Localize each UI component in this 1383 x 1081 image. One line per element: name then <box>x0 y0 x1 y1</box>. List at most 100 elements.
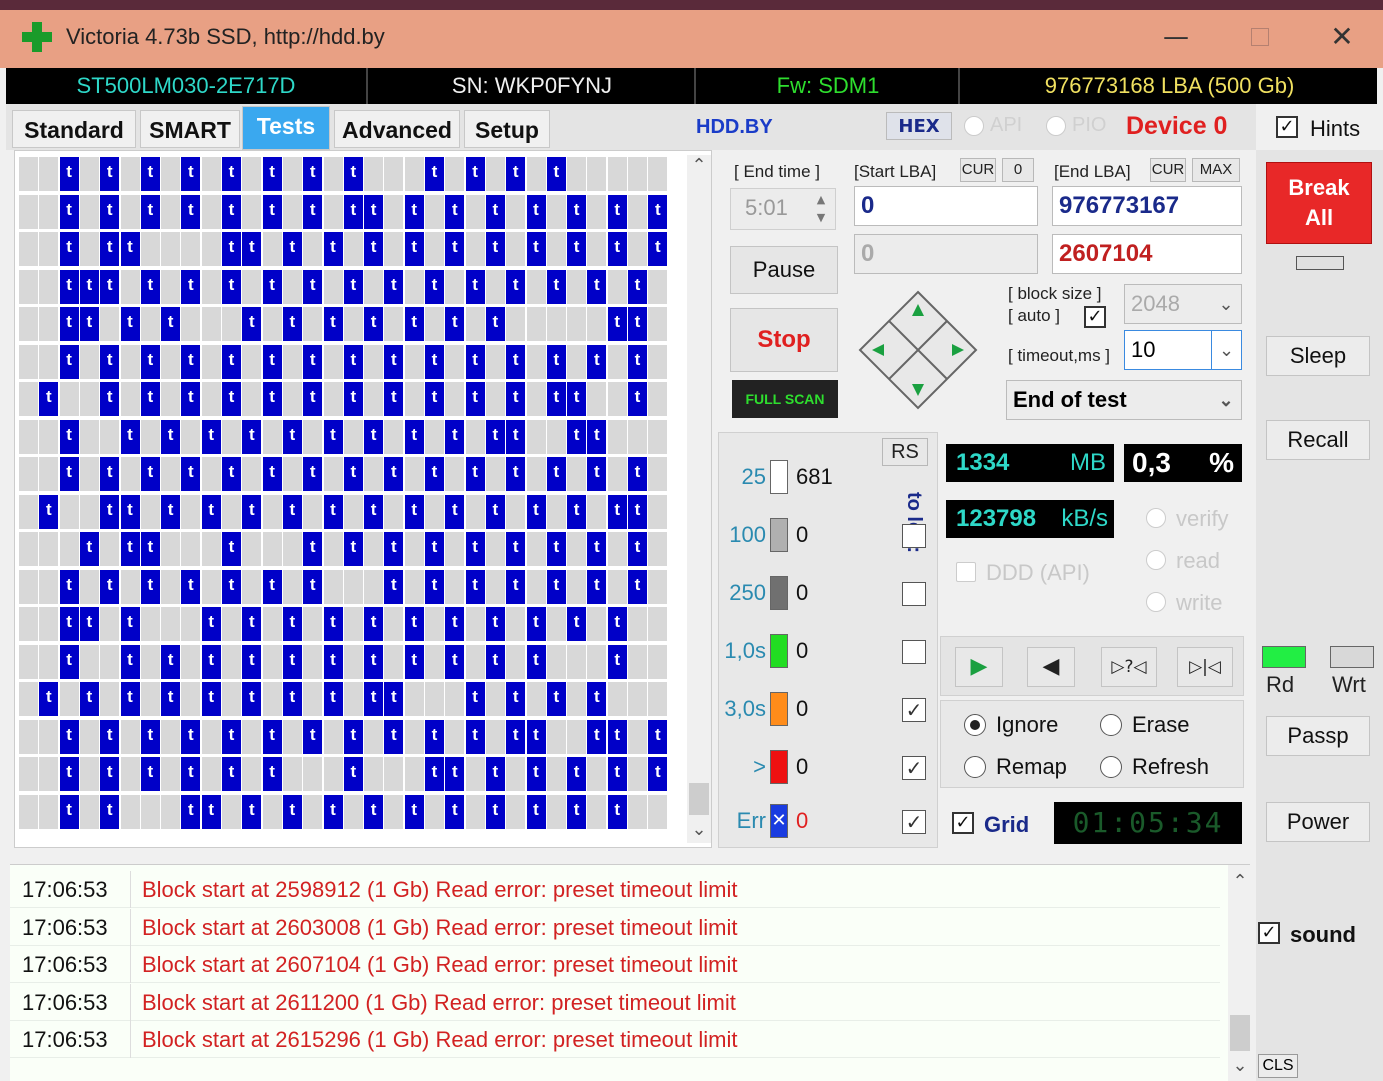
auto-checkbox[interactable]: ✓ <box>1084 306 1106 328</box>
tab-advanced[interactable]: Advanced <box>334 110 460 148</box>
start-lba-input[interactable]: 0 <box>854 186 1038 226</box>
chevron-down-icon[interactable]: ⌄ <box>1211 381 1241 419</box>
title-bar[interactable]: Victoria 4.73b SSD, http://hdd.by — ✕ <box>0 0 1383 68</box>
map-block <box>303 757 323 791</box>
map-block <box>445 269 465 304</box>
log-checkbox[interactable] <box>902 640 926 664</box>
log-time: 17:06:53 <box>22 952 108 977</box>
log-checkbox[interactable]: ✓ <box>902 698 926 722</box>
verify-radio[interactable] <box>1146 508 1166 528</box>
sound-checkbox[interactable]: ✓ <box>1258 922 1280 944</box>
speed-unit: kB/s <box>1061 505 1108 532</box>
tab-smart[interactable]: SMART <box>140 110 240 148</box>
map-block-timeout: t <box>120 232 140 266</box>
end-lba-input[interactable]: 976773167 <box>1052 186 1242 226</box>
log-checkbox[interactable]: ✓ <box>902 810 926 834</box>
sleep-button[interactable]: Sleep <box>1266 336 1370 376</box>
map-block-timeout: t <box>79 532 99 566</box>
spinner-arrows-icon[interactable]: ▲ ▼ <box>811 191 831 227</box>
map-block-timeout: t <box>546 157 566 191</box>
scroll-up-icon[interactable]: ⌃ <box>687 155 711 179</box>
tab-tests[interactable]: Tests <box>242 106 330 150</box>
scroll-thumb[interactable] <box>689 783 709 815</box>
minimize-button[interactable]: — <box>1156 20 1196 54</box>
map-block <box>79 194 99 229</box>
hints-checkbox[interactable]: ✓ <box>1276 116 1298 138</box>
log-time: 17:06:53 <box>22 1027 108 1052</box>
end-cur-button[interactable]: CUR <box>1150 158 1186 182</box>
map-block <box>607 269 627 304</box>
map-block <box>343 569 363 604</box>
map-block-timeout: t <box>526 757 546 791</box>
tab-standard[interactable]: Standard <box>12 110 136 148</box>
scroll-down-icon[interactable]: ⌄ <box>687 819 711 843</box>
power-button[interactable]: Power <box>1266 802 1370 842</box>
scroll-down-icon[interactable]: ⌄ <box>1228 1055 1252 1076</box>
map-block <box>526 569 546 604</box>
stop-button[interactable]: Stop <box>730 308 838 372</box>
chevron-down-icon[interactable]: ⌄ <box>1211 331 1241 369</box>
to-end-button[interactable]: ▷|◁ <box>1177 647 1233 687</box>
maximize-button[interactable] <box>1240 20 1280 54</box>
map-block <box>485 382 505 416</box>
hddby-link[interactable]: HDD.BY <box>696 116 773 139</box>
back-button[interactable]: ◀ <box>1027 647 1075 687</box>
write-radio[interactable] <box>1146 592 1166 612</box>
step-back-button[interactable]: ▷?◁ <box>1101 647 1157 687</box>
recall-button[interactable]: Recall <box>1266 420 1370 460</box>
close-button[interactable]: ✕ <box>1322 20 1362 54</box>
remap-radio[interactable] <box>964 756 986 778</box>
read-radio[interactable] <box>1146 550 1166 570</box>
start-cur-button[interactable]: CUR <box>960 158 996 182</box>
map-block <box>222 419 241 454</box>
device-label[interactable]: Device 0 <box>1126 112 1227 141</box>
map-block <box>465 757 485 791</box>
end-time-spinner[interactable]: 5:01 ▲ ▼ <box>730 188 836 230</box>
ddd-checkbox[interactable] <box>956 562 976 582</box>
map-block-timeout: t <box>587 457 607 491</box>
timeout-select[interactable]: 10 ⌄ <box>1124 330 1242 370</box>
map-scrollbar[interactable]: ⌃ ⌄ <box>687 155 711 843</box>
map-block <box>161 232 181 266</box>
map-block-timeout: t <box>59 757 79 791</box>
grid-checkbox[interactable]: ✓ <box>952 812 974 834</box>
navigation-dpad[interactable] <box>858 290 978 410</box>
hex-button[interactable]: HEX <box>886 112 952 140</box>
break-all-button[interactable]: Break All <box>1266 162 1372 244</box>
map-block <box>222 307 241 341</box>
cls-button[interactable]: CLS <box>1258 1054 1298 1078</box>
ignore-radio[interactable] <box>964 714 986 736</box>
map-block <box>79 457 99 491</box>
erase-radio[interactable] <box>1100 714 1122 736</box>
log-checkbox[interactable] <box>902 582 926 606</box>
map-block-timeout: t <box>161 682 181 716</box>
map-block-timeout: t <box>323 419 343 454</box>
scroll-up-icon[interactable]: ⌃ <box>1228 871 1252 892</box>
log-scroll-thumb[interactable] <box>1230 1015 1250 1051</box>
map-block <box>404 457 424 491</box>
pio-radio[interactable] <box>1046 116 1066 136</box>
start-zero-button[interactable]: 0 <box>1002 158 1034 182</box>
map-block <box>39 344 59 379</box>
log-checkbox[interactable]: ✓ <box>902 756 926 780</box>
rs-button[interactable]: RS <box>882 438 928 466</box>
map-block <box>485 569 505 604</box>
pause-button[interactable]: Pause <box>730 246 838 294</box>
map-block-timeout: t <box>161 419 181 454</box>
map-block <box>628 607 647 641</box>
api-radio[interactable] <box>964 116 984 136</box>
end-of-test-select[interactable]: End of test ⌄ <box>1006 380 1242 420</box>
tab-setup[interactable]: Setup <box>464 110 550 148</box>
log-checkbox[interactable] <box>902 524 926 548</box>
log-scrollbar[interactable]: ⌃ ⌄ <box>1228 865 1252 1081</box>
map-block <box>19 569 38 604</box>
refresh-radio[interactable] <box>1100 756 1122 778</box>
map-block-timeout: t <box>100 494 120 529</box>
map-block-timeout: t <box>79 269 99 304</box>
passp-button[interactable]: Passp <box>1266 716 1370 756</box>
full-scan-button[interactable]: FULL SCAN <box>732 380 838 418</box>
map-block <box>303 682 323 716</box>
end-max-button[interactable]: MAX <box>1192 158 1240 182</box>
map-block-timeout: t <box>282 232 302 266</box>
play-button[interactable]: ▶ <box>955 647 1003 687</box>
